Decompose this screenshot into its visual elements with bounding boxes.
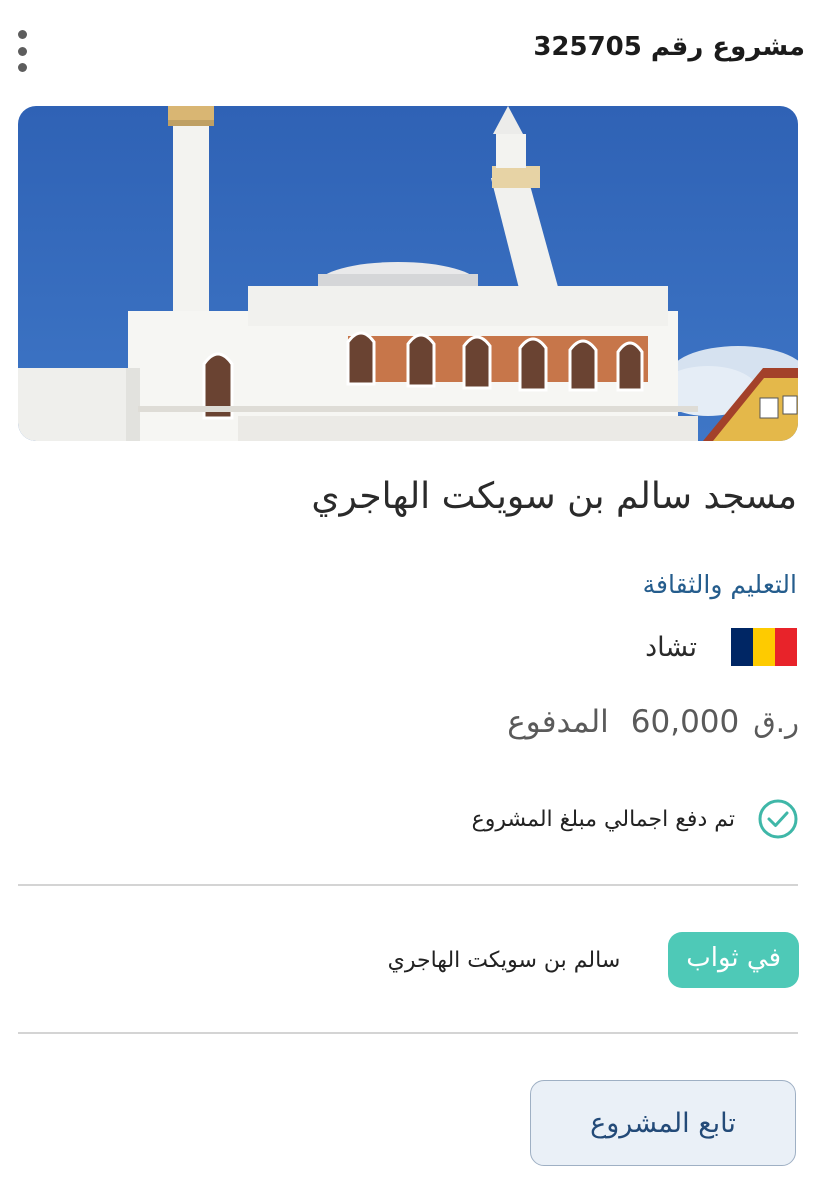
donor-name: سالم بن سويكت الهاجري xyxy=(387,947,621,973)
menu-dot xyxy=(17,46,27,56)
paid-label: المدفوع xyxy=(507,704,609,740)
project-card: مشروع رقم 325705 مسجد سالم بن سويكت الها… xyxy=(0,0,835,1200)
flag-stripe-red xyxy=(775,628,797,666)
mosque-photo xyxy=(18,106,798,441)
divider xyxy=(18,1032,798,1034)
reward-badge: في ثواب xyxy=(668,932,799,988)
reward-row: في ثواب سالم بن سويكت الهاجري xyxy=(388,932,799,988)
chad-flag-icon xyxy=(731,628,797,666)
menu-dot xyxy=(17,63,27,72)
divider xyxy=(18,884,798,886)
check-circle-icon xyxy=(758,799,798,839)
kebab-menu-icon[interactable] xyxy=(12,30,32,72)
payment-status: تم دفع اجمالي مبلغ المشروع xyxy=(472,798,799,840)
flag-stripe-blue xyxy=(731,628,753,666)
status-text: تم دفع اجمالي مبلغ المشروع xyxy=(471,806,735,832)
country-row: تشاد xyxy=(645,627,797,667)
follow-project-button[interactable]: تابع المشروع xyxy=(530,1080,796,1166)
country-name: تشاد xyxy=(645,631,697,663)
paid-amount: 60,000 xyxy=(630,704,740,740)
menu-dot xyxy=(17,30,27,39)
paid-row: المدفوع 60,000 ر.ق xyxy=(507,704,799,740)
flag-stripe-yellow xyxy=(753,628,775,666)
paid-currency: ر.ق xyxy=(753,705,799,739)
project-category[interactable]: التعليم والثقافة xyxy=(643,570,797,599)
project-image[interactable] xyxy=(18,106,798,441)
page-title: مشروع رقم 325705 xyxy=(533,32,805,62)
project-name: مسجد سالم بن سويكت الهاجري xyxy=(311,476,797,517)
